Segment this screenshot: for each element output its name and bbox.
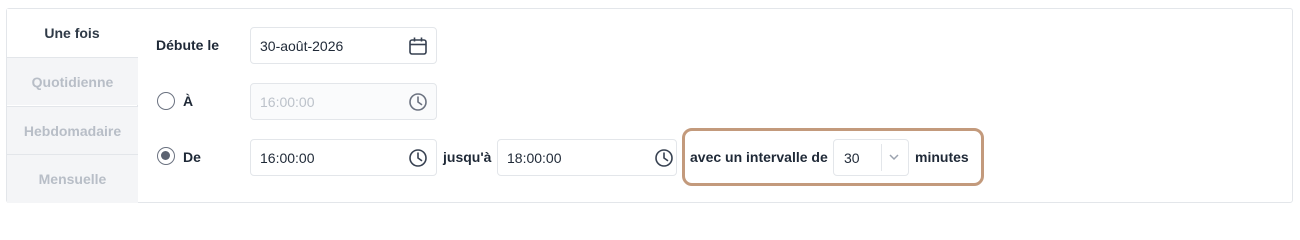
at-time-value: 16:00:00 (260, 93, 315, 110)
start-date-value: 30-août-2026 (260, 37, 344, 54)
until-label: jusqu'à (443, 149, 492, 165)
to-time-value: 18:00:00 (507, 149, 562, 166)
minutes-label: minutes (915, 149, 969, 165)
range-label: De (183, 149, 201, 165)
chevron-down-icon[interactable] (887, 150, 901, 164)
start-date-input[interactable]: 30-août-2026 (250, 27, 437, 64)
frequency-tabs: Une fois Quotidienne Hebdomadaire Mensue… (7, 9, 138, 203)
clock-icon[interactable] (408, 148, 428, 168)
from-time-value: 16:00:00 (260, 149, 315, 166)
at-radio[interactable] (157, 92, 175, 110)
calendar-icon[interactable] (408, 36, 428, 56)
interval-label: avec un intervalle de (690, 149, 828, 165)
clock-icon[interactable] (654, 148, 674, 168)
from-time-input[interactable]: 16:00:00 (250, 139, 437, 176)
range-radio[interactable] (157, 147, 175, 165)
start-date-label: Débute le (156, 37, 220, 53)
tab-une-fois[interactable]: Une fois (7, 9, 138, 57)
at-time-input[interactable]: 16:00:00 (250, 83, 437, 120)
tab-quotidienne[interactable]: Quotidienne (7, 57, 138, 105)
tab-mensuelle[interactable]: Mensuelle (7, 154, 138, 203)
to-time-input[interactable]: 18:00:00 (497, 139, 677, 176)
select-divider (881, 144, 882, 171)
interval-value: 30 (844, 150, 860, 166)
at-label: À (183, 93, 194, 109)
interval-select[interactable]: 30 (833, 139, 909, 176)
tab-hebdomadaire[interactable]: Hebdomadaire (7, 106, 138, 154)
clock-icon (409, 93, 427, 111)
